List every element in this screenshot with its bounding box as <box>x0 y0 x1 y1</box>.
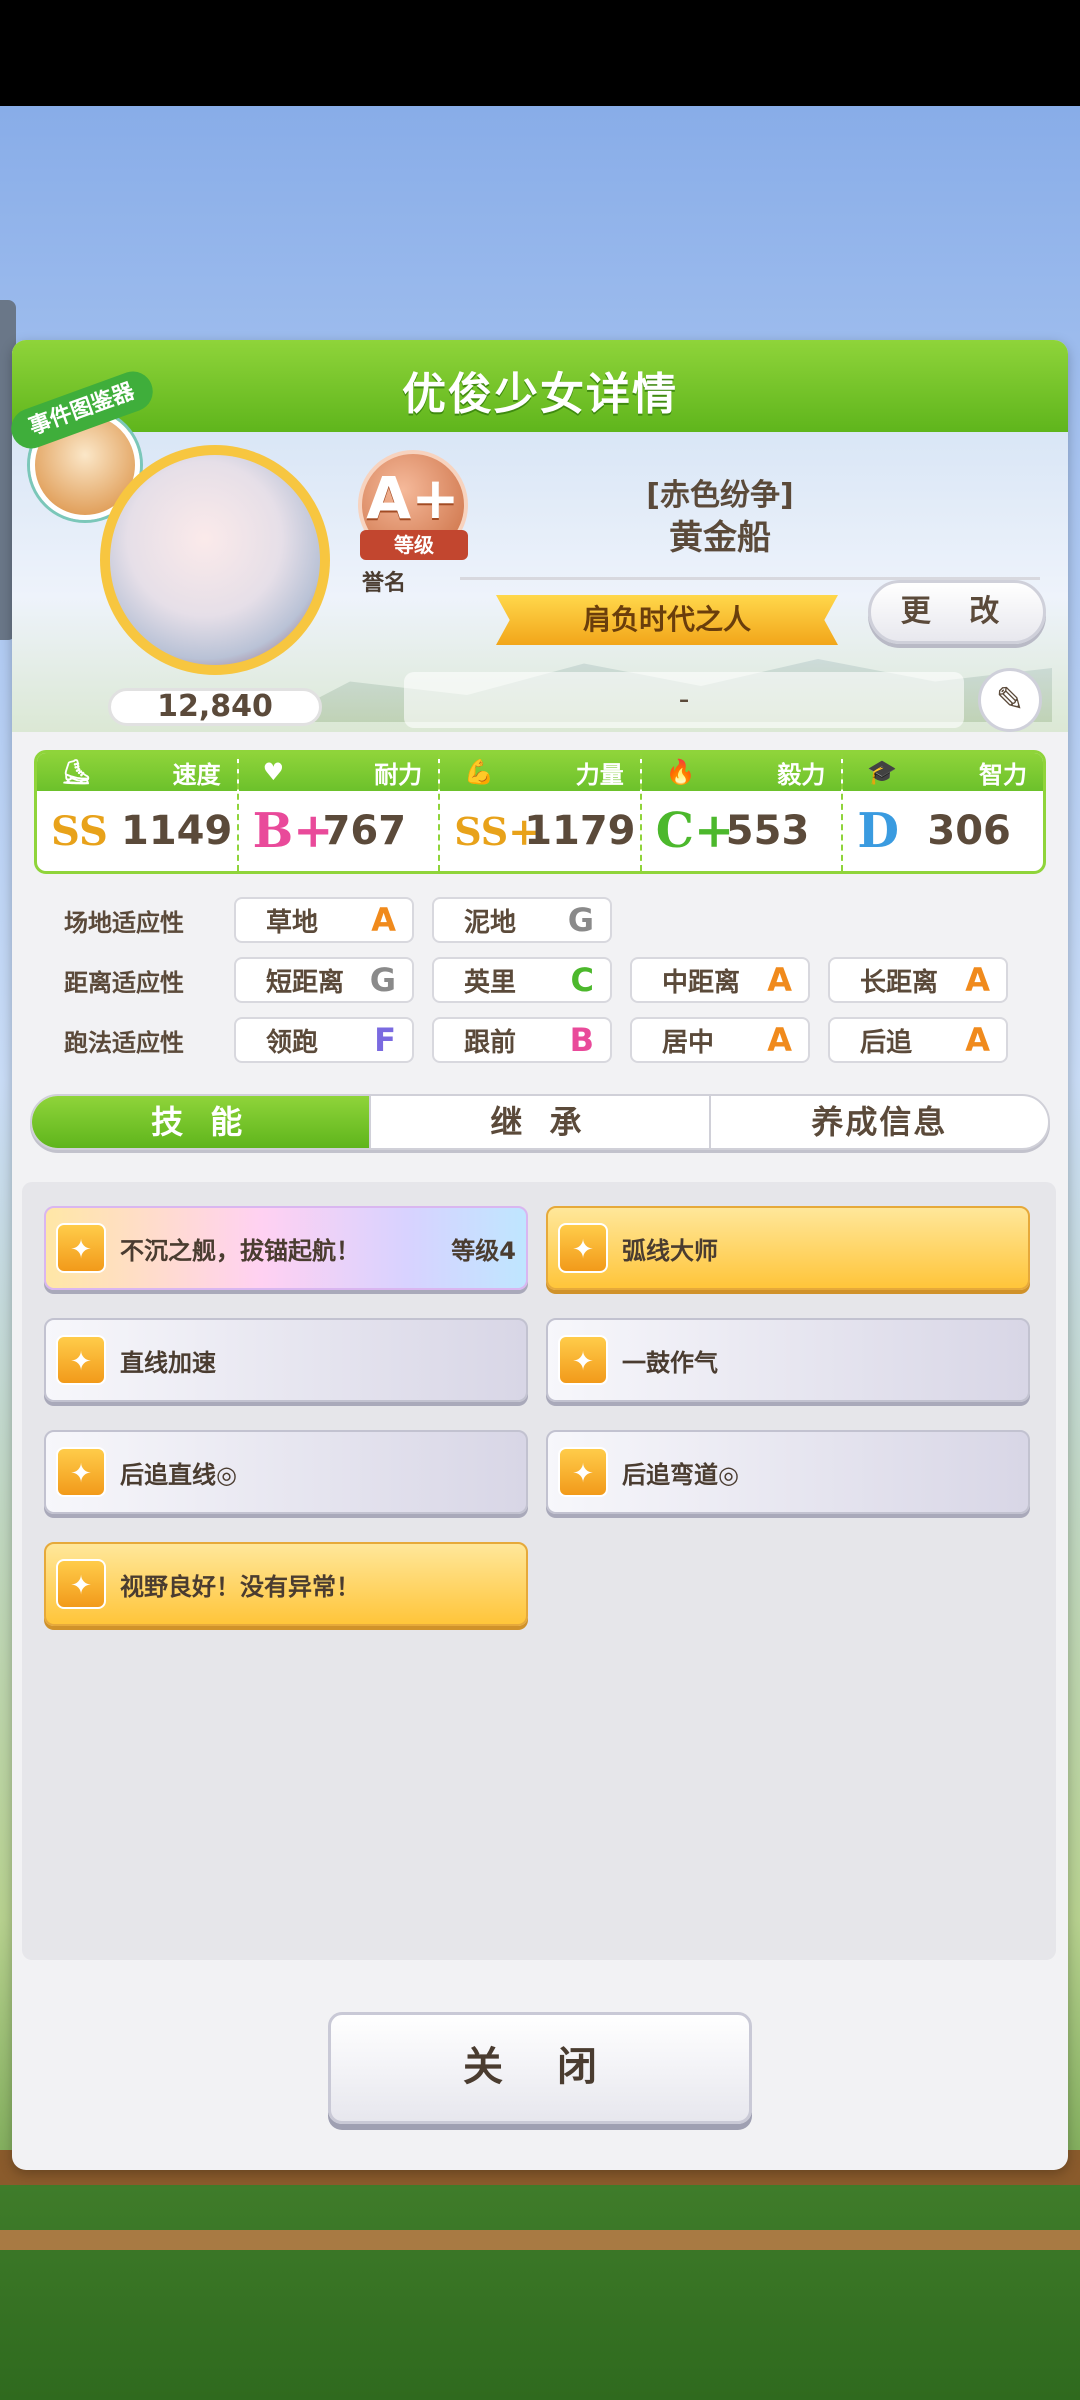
style-aptitude-row: 跑法适应性 领跑 F 跟前 B 居中 A 后追 A <box>64 1017 1026 1063</box>
stat-value: 1179 <box>524 808 636 854</box>
aptitude-chip: 长距离 A <box>828 957 1008 1003</box>
skill-name: 后追弯道◎ <box>622 1460 739 1489</box>
distance-aptitude-row: 距离适应性 短距离 G 英里 C 中距离 A 长距离 A <box>64 957 1026 1003</box>
stat-speed: ⛸ 速度 SS 1149 <box>37 753 239 871</box>
background-track <box>0 2150 1080 2400</box>
stat-label: 速度 <box>172 760 221 789</box>
stat-wisdom: 🎓 智力 D 306 <box>843 753 1043 871</box>
stat-label: 毅力 <box>777 760 826 789</box>
heart-icon: ♥ <box>262 758 285 786</box>
skill-item[interactable]: ✦ 后追直线◎ <box>44 1430 528 1514</box>
character-epithet: [赤色纷争] <box>646 478 794 513</box>
dialog-header: 优俊少女详情 <box>12 340 1068 432</box>
detail-tabs: 技 能 继 承 养成信息 <box>30 1094 1050 1150</box>
tab-inheritance[interactable]: 继 承 <box>371 1096 711 1148</box>
stat-rank: B+ <box>252 803 334 859</box>
status-bar <box>0 0 1080 106</box>
stat-stamina: ♥ 耐力 B+ 767 <box>238 753 441 871</box>
shoe-icon: ⛸ <box>61 758 92 786</box>
stat-label: 耐力 <box>374 760 423 789</box>
skill-name: 后追直线◎ <box>120 1460 237 1489</box>
tab-skills[interactable]: 技 能 <box>32 1096 372 1148</box>
aptitude-chip: 居中 A <box>630 1017 810 1063</box>
skill-icon: ✦ <box>56 1559 106 1609</box>
skill-name: 视野良好！没有异常！ <box>120 1572 360 1601</box>
stat-rank: SS <box>51 807 108 855</box>
aptitude-chip: 领跑 F <box>234 1017 414 1063</box>
aptitude-label: 距离适应性 <box>64 968 184 997</box>
skill-item[interactable]: ✦ 不沉之舰，拔锚起航！ 等级4 <box>44 1206 528 1290</box>
skill-name: 不沉之舰，拔锚起航！ <box>120 1236 360 1265</box>
aptitude-chip: 中距离 A <box>630 957 810 1003</box>
skill-level: 等级4 <box>451 1236 516 1265</box>
subtitle-field: - <box>404 672 964 728</box>
skill-icon: ✦ <box>558 1447 608 1497</box>
honor-label: 誉名 <box>362 571 407 596</box>
skill-icon: ✦ <box>558 1335 608 1385</box>
aptitude-chip: 英里 C <box>432 957 612 1003</box>
stat-rank: C+ <box>655 803 735 859</box>
title-banner: 肩负时代之人 <box>496 595 838 645</box>
skill-name: 一鼓作气 <box>622 1348 718 1377</box>
avatar-ring <box>100 445 330 675</box>
skill-name: 直线加速 <box>120 1348 216 1377</box>
character-avatar[interactable] <box>100 445 330 685</box>
stat-value: 553 <box>725 808 810 854</box>
skill-icon: ✦ <box>56 1335 106 1385</box>
stat-guts: 🔥 毅力 C+ 553 <box>641 753 844 871</box>
skill-icon: ✦ <box>56 1223 106 1273</box>
change-title-button[interactable]: 更 改 <box>868 580 1046 644</box>
muscle-icon: 💪 <box>464 758 495 786</box>
aptitude-chip: 草地 A <box>234 897 414 943</box>
aptitude-chip: 后追 A <box>828 1017 1008 1063</box>
stat-label: 智力 <box>978 760 1027 789</box>
stat-rank: D <box>857 803 899 859</box>
stat-label: 力量 <box>575 760 624 789</box>
edit-pencil-icon[interactable]: ✎ <box>978 668 1042 732</box>
skill-item[interactable]: ✦ 视野良好！没有异常！ <box>44 1542 528 1626</box>
aptitude-label: 跑法适应性 <box>64 1028 184 1057</box>
flame-icon: 🔥 <box>665 758 696 786</box>
stat-power: 💪 力量 SS+ 1179 <box>440 753 642 871</box>
aptitude-chip: 短距离 G <box>234 957 414 1003</box>
skill-item[interactable]: ✦ 后追弯道◎ <box>546 1430 1030 1514</box>
tab-training-info[interactable]: 养成信息 <box>711 1096 1048 1148</box>
aptitude-chip: 跟前 B <box>432 1017 612 1063</box>
aptitude-chip: 泥地 G <box>432 897 612 943</box>
rank-ribbon: 等级 <box>360 530 468 560</box>
fan-count: 12,840 <box>108 688 322 726</box>
graduation-cap-icon: 🎓 <box>867 758 898 786</box>
skill-icon: ✦ <box>56 1447 106 1497</box>
avatar-portrait <box>110 455 320 665</box>
fence-rail <box>0 2230 1080 2250</box>
stat-value: 767 <box>322 808 407 854</box>
stat-value: 1149 <box>121 808 233 854</box>
character-name: 黄金船 <box>669 518 771 558</box>
dialog-title: 优俊少女详情 <box>402 369 678 420</box>
skill-item[interactable]: ✦ 直线加速 <box>44 1318 528 1402</box>
aptitude-label: 场地适应性 <box>64 908 184 937</box>
skill-item[interactable]: ✦ 弧线大师 <box>546 1206 1030 1290</box>
stats-panel: ⛸ 速度 SS 1149 ♥ 耐力 B+ 767 💪 力量 SS+ 1179 🔥 毅力 C+ 5… <box>34 750 1046 874</box>
stat-value: 306 <box>927 808 1011 854</box>
skill-item[interactable]: ✦ 一鼓作气 <box>546 1318 1030 1402</box>
rank-grade: A+ <box>366 464 460 532</box>
skill-name: 弧线大师 <box>622 1236 718 1265</box>
track-aptitude-row: 场地适应性 草地 A 泥地 G <box>64 897 630 943</box>
close-button[interactable]: 关 闭 <box>328 2012 752 2124</box>
stat-rank: SS+ <box>454 808 541 854</box>
skill-icon: ✦ <box>558 1223 608 1273</box>
